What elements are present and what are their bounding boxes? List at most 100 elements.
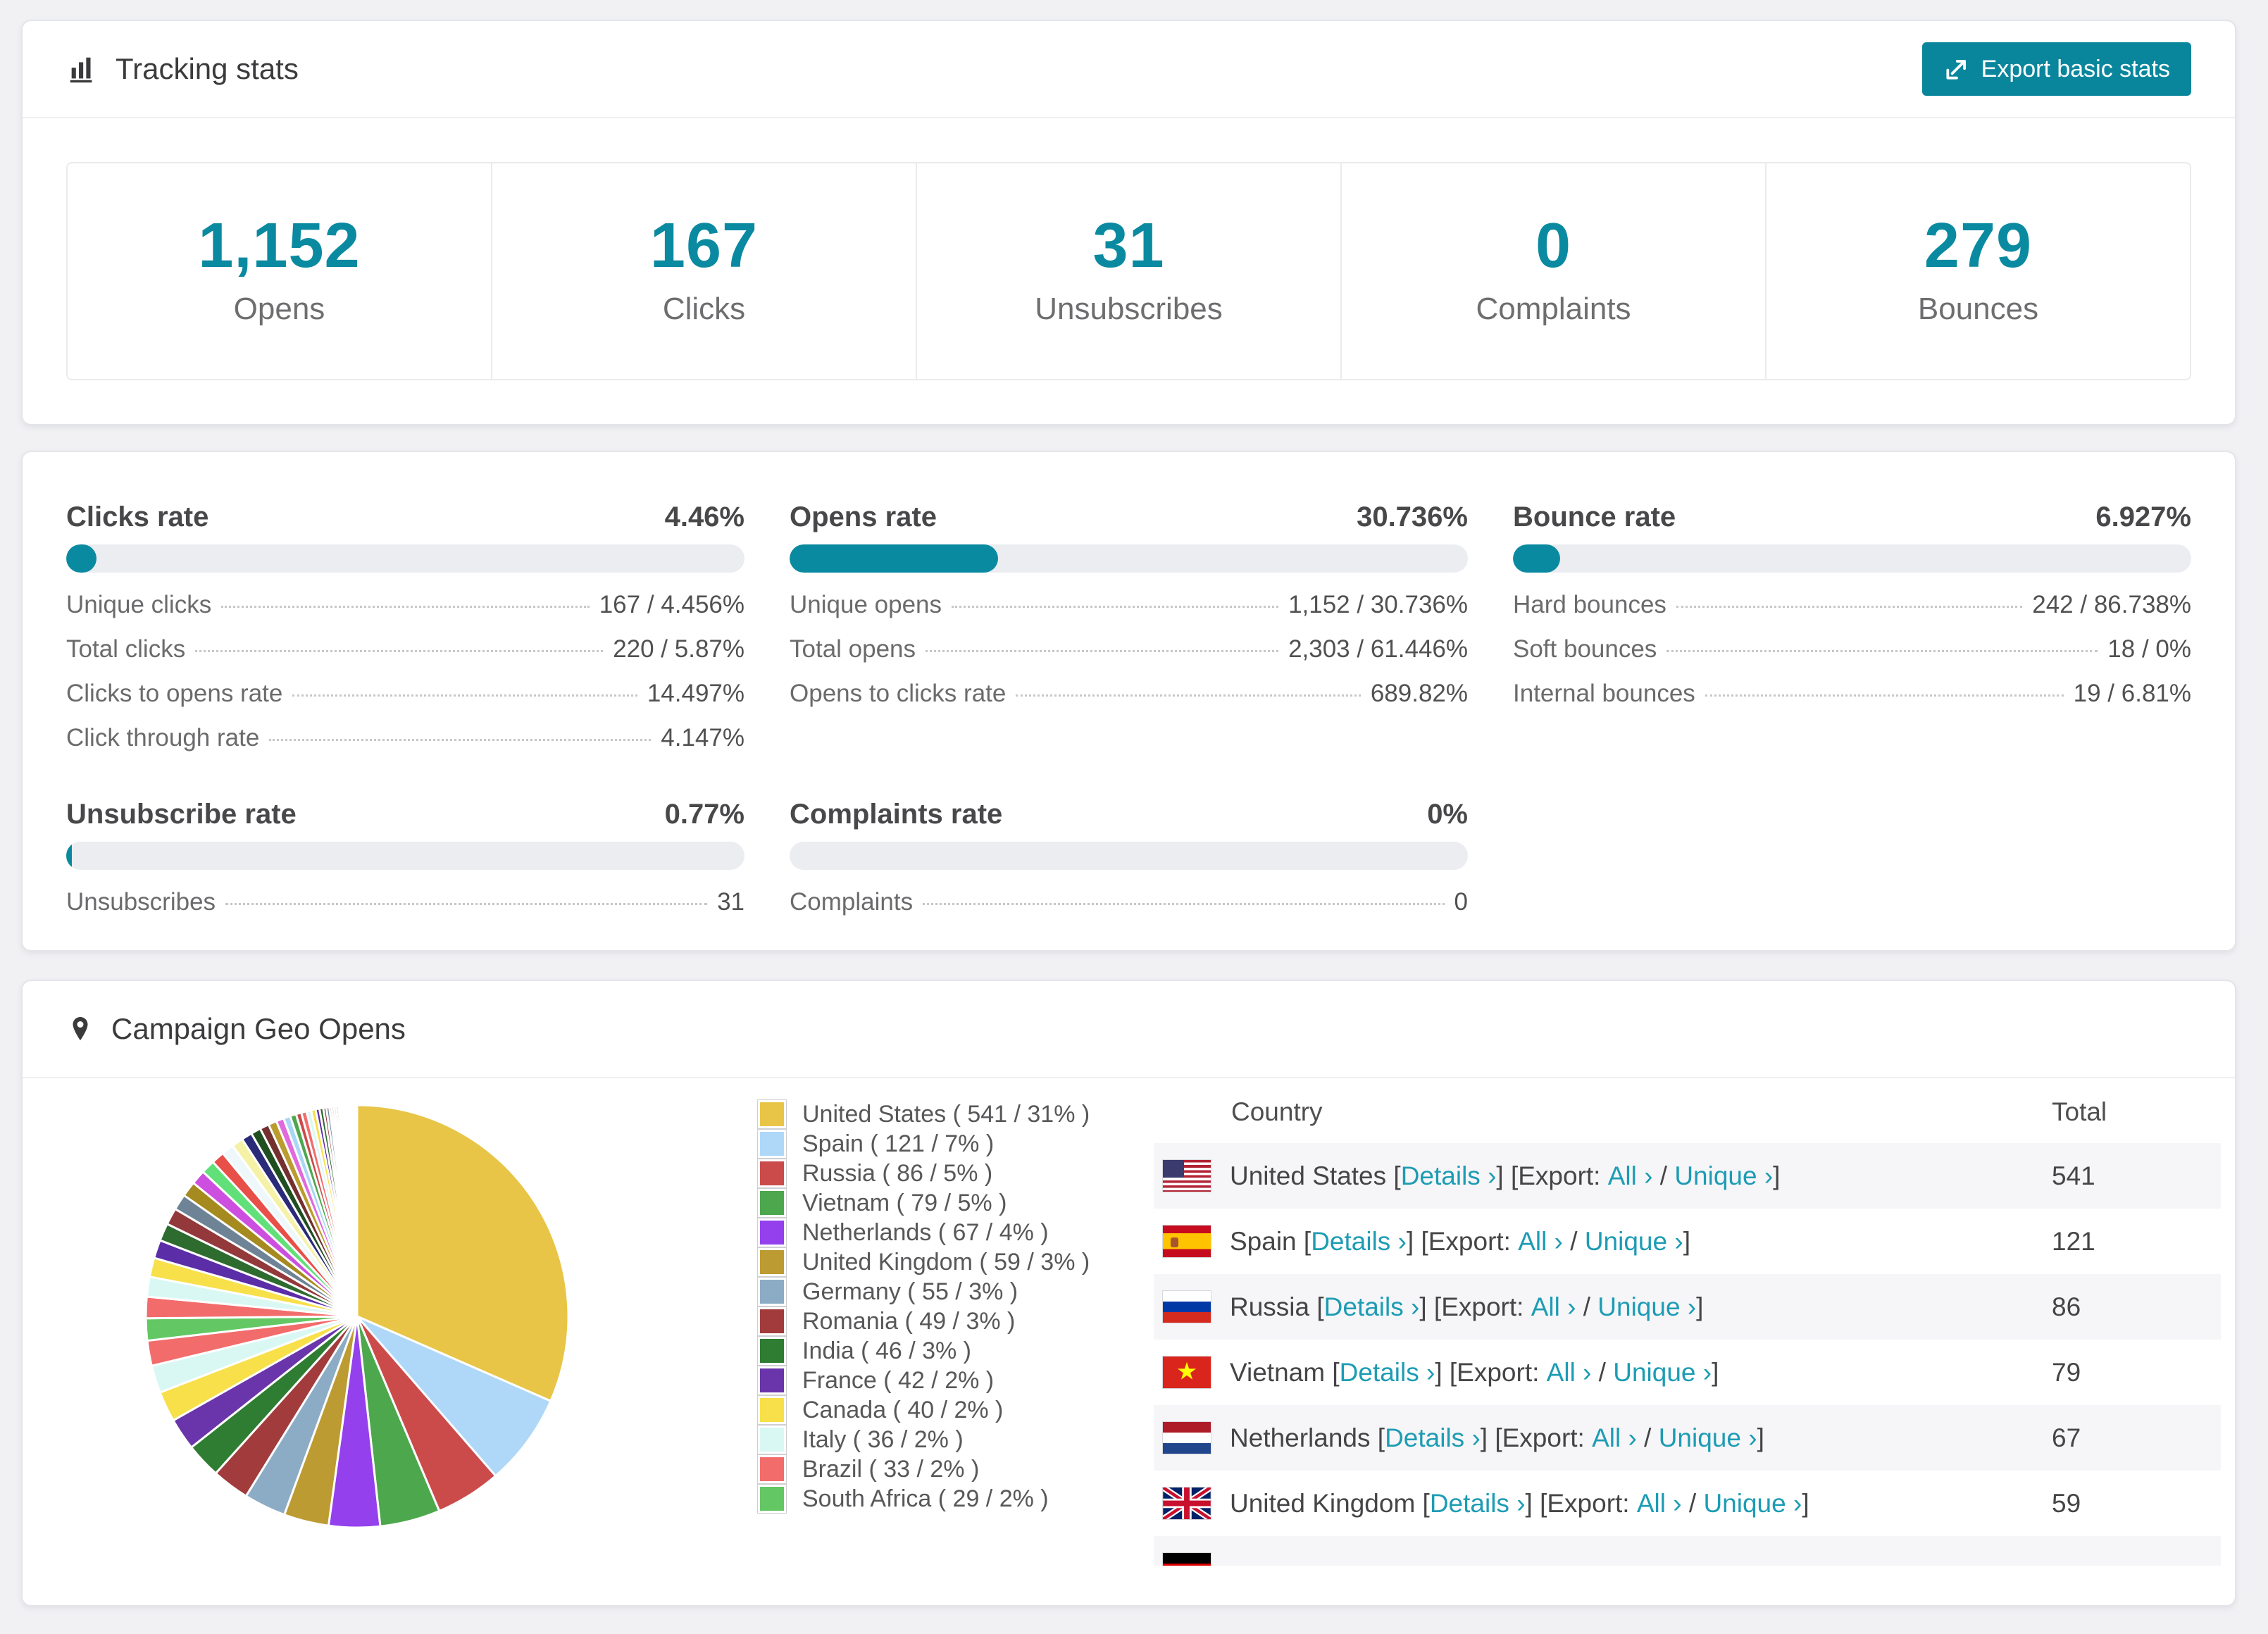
geo-country-name: United Kingdom [ — [1230, 1488, 1430, 1518]
legend-item-es: Spain ( 121 / 7% ) — [757, 1129, 1090, 1159]
rate-progress-track — [66, 842, 744, 870]
details-link[interactable]: Details › — [1340, 1358, 1435, 1387]
rate-title: Complaints rate — [790, 799, 1003, 830]
rate-progress-fill — [66, 544, 96, 573]
geo-table-row-es: Spain [Details ›] [Export: All › / Uniqu… — [1154, 1209, 2221, 1274]
geo-table-row-us: United States [Details ›] [Export: All ›… — [1154, 1143, 2221, 1209]
export-all-link[interactable]: All › — [1518, 1227, 1563, 1256]
legend-item-za: South Africa ( 29 / 2% ) — [757, 1484, 1090, 1514]
legend-label: Brazil ( 33 / 2% ) — [802, 1455, 980, 1483]
geo-row-text: ] — [1802, 1488, 1809, 1518]
geo-row-total: 67 — [2052, 1423, 2081, 1452]
geo-row-text: / — [1681, 1488, 1704, 1518]
export-unique-link[interactable]: Unique › — [1703, 1489, 1802, 1518]
geo-row-text: / — [1576, 1292, 1598, 1321]
rate-row-value: 14.497% — [647, 680, 744, 707]
details-link[interactable]: Details › — [1385, 1423, 1481, 1453]
details-link[interactable]: Details › — [1401, 1161, 1497, 1191]
dotted-leader — [926, 650, 1279, 652]
rate-row-label: Complaints — [790, 888, 914, 916]
geo-row-text: / — [1562, 1226, 1585, 1256]
details-link[interactable]: Details › — [1430, 1489, 1526, 1518]
geo-table-row-vn: Vietnam [Details ›] [Export: All › / Uni… — [1154, 1340, 2221, 1405]
campaign-geo-opens-card: Campaign Geo Opens United States ( 541 /… — [21, 980, 2236, 1607]
export-unique-link[interactable]: Unique › — [1613, 1358, 1712, 1387]
geo-country-name: Netherlands [ — [1230, 1423, 1385, 1452]
rate-row-label: Total clicks — [66, 635, 186, 663]
export-unique-link[interactable]: Unique › — [1659, 1423, 1757, 1453]
export-all-link[interactable]: All › — [1547, 1358, 1592, 1387]
legend-swatch — [757, 1099, 787, 1129]
legend-label: France ( 42 / 2% ) — [802, 1366, 995, 1394]
export-unique-link[interactable]: Unique › — [1597, 1292, 1696, 1322]
gb-flag-art — [1163, 1488, 1211, 1519]
legend-label: Germany ( 55 / 3% ) — [802, 1278, 1018, 1305]
rate-panel-bounce-rate: Bounce rate 6.927% Hard bounces 242 / 86.73… — [1513, 501, 2191, 752]
rate-value: 6.927% — [2095, 501, 2191, 532]
legend-swatch — [757, 1425, 787, 1454]
geo-row-text: ] [Export: — [1419, 1292, 1531, 1321]
details-link[interactable]: Details › — [1311, 1227, 1407, 1256]
stat-value: 1,152 — [198, 211, 361, 281]
rate-progress-track — [790, 544, 1468, 573]
geo-title: Campaign Geo Opens — [66, 1012, 406, 1046]
rate-panel-complaints-rate: Complaints rate 0% Complaints 0 — [790, 799, 1468, 916]
rate-row-label: Internal bounces — [1513, 680, 1695, 707]
details-link[interactable]: Details › — [1324, 1292, 1420, 1322]
rate-progress-track — [790, 842, 1468, 870]
rate-row-value: 220 / 5.87% — [613, 635, 744, 663]
rate-row: Clicks to opens rate 14.497% — [66, 680, 744, 708]
rate-panel-clicks-rate: Clicks rate 4.46% Unique clicks 167 / 4.456… — [66, 501, 744, 752]
legend-swatch — [757, 1484, 787, 1514]
geo-table: Country Total United States [Details ›] … — [1154, 1078, 2221, 1566]
export-basic-stats-button[interactable]: Export basic stats — [1921, 42, 2191, 96]
export-all-link[interactable]: All › — [1531, 1292, 1576, 1322]
legend-label: United States ( 541 / 31% ) — [802, 1100, 1090, 1128]
gb-flag-icon — [1162, 1487, 1211, 1520]
legend-label: India ( 46 / 3% ) — [802, 1337, 972, 1364]
rate-row: Unique clicks 167 / 4.456% — [66, 591, 744, 619]
rate-title: Unsubscribe rate — [66, 799, 297, 830]
rate-row: Total opens 2,303 / 61.446% — [790, 635, 1468, 663]
legend-label: Romania ( 49 / 3% ) — [802, 1307, 1016, 1335]
dotted-leader — [221, 606, 590, 608]
legend-item-fr: France ( 42 / 2% ) — [757, 1366, 1090, 1395]
legend-swatch — [757, 1336, 787, 1366]
legend-label: Italy ( 36 / 2% ) — [802, 1426, 964, 1453]
stat-label: Complaints — [1476, 292, 1631, 326]
rate-row-label: Unsubscribes — [66, 888, 216, 916]
dotted-leader — [1676, 606, 2023, 608]
rate-row-value: 4.147% — [661, 724, 744, 751]
geo-row-text: ] — [1757, 1423, 1764, 1452]
export-unique-link[interactable]: Unique › — [1674, 1161, 1773, 1191]
geo-row-country-cell: United States [Details ›] [Export: All ›… — [1162, 1159, 2052, 1192]
export-all-link[interactable]: All › — [1592, 1423, 1637, 1453]
rate-row-label: Unique clicks — [66, 591, 212, 618]
rate-row-value: 167 / 4.456% — [599, 591, 744, 618]
rate-head: Complaints rate 0% — [790, 799, 1468, 830]
rate-head: Unsubscribe rate 0.77% — [66, 799, 744, 830]
export-all-link[interactable]: All › — [1608, 1161, 1653, 1191]
rate-row-label: Hard bounces — [1513, 591, 1666, 618]
rate-row-value: 2,303 / 61.446% — [1288, 635, 1468, 663]
legend-label: Canada ( 40 / 2% ) — [802, 1396, 1004, 1423]
export-all-link[interactable]: All › — [1637, 1489, 1682, 1518]
rate-rows: Complaints 0 — [790, 888, 1468, 916]
de-flag-icon — [1162, 1552, 1211, 1566]
stat-value: 167 — [649, 211, 759, 281]
geo-table-row-ru: Russia [Details ›] [Export: All › / Uniq… — [1154, 1274, 2221, 1340]
legend-label: Spain ( 121 / 7% ) — [802, 1130, 995, 1157]
pie-slice-other-49 — [355, 1104, 359, 1318]
geo-legend: United States ( 541 / 31% ) Spain ( 121 /… — [757, 1078, 1090, 1514]
export-unique-link[interactable]: Unique › — [1585, 1227, 1683, 1256]
rate-rows: Unsubscribes 31 — [66, 888, 744, 916]
rate-row: Opens to clicks rate 689.82% — [790, 680, 1468, 708]
legend-item-nl: Netherlands ( 67 / 4% ) — [757, 1218, 1090, 1247]
geo-country-name: Russia [ — [1230, 1292, 1324, 1321]
legend-item-it: Italy ( 36 / 2% ) — [757, 1425, 1090, 1454]
legend-item-gb: United Kingdom ( 59 / 3% ) — [757, 1247, 1090, 1277]
tracking-stats-title: Tracking stats — [66, 52, 299, 86]
rate-row: Soft bounces 18 / 0% — [1513, 635, 2191, 663]
geo-row-country-cell: Russia [Details ›] [Export: All › / Uniq… — [1162, 1290, 2052, 1323]
rate-rows: Unique clicks 167 / 4.456% Total clicks 220… — [66, 591, 744, 752]
